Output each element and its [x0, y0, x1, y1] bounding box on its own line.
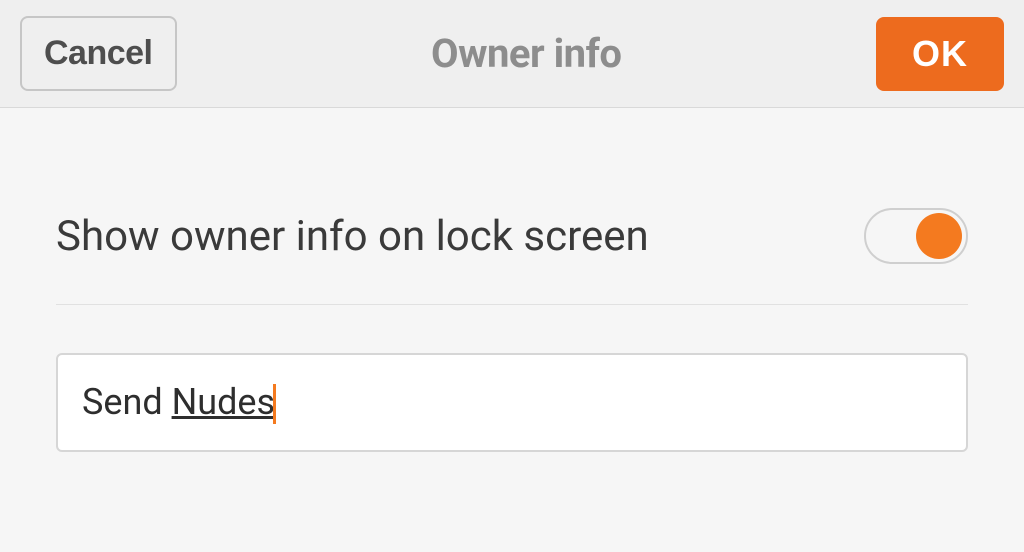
text-caret-icon — [273, 384, 276, 424]
owner-info-text-plain: Send — [82, 381, 172, 423]
show-owner-info-label: Show owner info on lock screen — [56, 212, 649, 261]
header-bar: Cancel Owner info OK — [0, 0, 1024, 108]
cancel-button[interactable]: Cancel — [20, 16, 177, 91]
owner-info-input[interactable]: Send Nudes — [56, 353, 968, 452]
show-owner-info-row: Show owner info on lock screen — [56, 168, 968, 305]
content-area: Show owner info on lock screen Send Nude… — [0, 108, 1024, 452]
owner-info-text-underlined: Nudes — [172, 381, 276, 423]
ok-button[interactable]: OK — [876, 17, 1004, 91]
page-title: Owner info — [177, 30, 877, 77]
toggle-thumb-icon — [916, 213, 962, 259]
owner-info-field-wrap: Send Nudes — [56, 353, 968, 452]
show-owner-info-toggle[interactable] — [864, 208, 968, 264]
